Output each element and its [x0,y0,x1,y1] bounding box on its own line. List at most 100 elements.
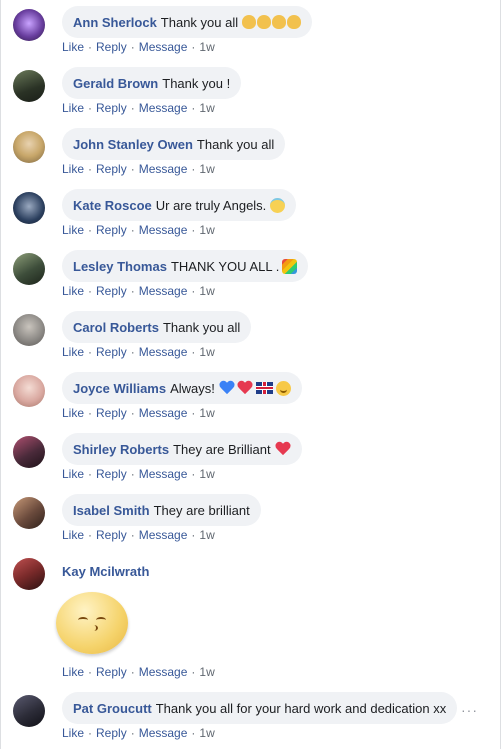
separator: · [130,726,135,740]
message-link[interactable]: Message [139,467,188,481]
comment-actions: Like · Reply · Message · 1w [62,101,215,115]
reply-link[interactable]: Reply [96,726,127,740]
avatar[interactable] [13,558,45,590]
like-link[interactable]: Like [62,406,84,420]
avatar[interactable] [13,192,45,224]
timestamp[interactable]: 1w [199,162,214,176]
commenter-name[interactable]: Kate Roscoe [73,198,152,213]
separator: · [130,284,135,298]
separator: · [88,284,93,298]
comment-text: Thank you ! [162,75,231,91]
commenter-name[interactable]: John Stanley Owen [73,137,193,152]
comment-bubble: Joyce Williams Always! [62,372,302,404]
separator: · [130,40,135,54]
like-link[interactable]: Like [62,223,84,237]
avatar[interactable] [13,436,45,468]
like-link[interactable]: Like [62,467,84,481]
commenter-name[interactable]: Isabel Smith [73,503,150,518]
red-heart-icon [237,381,253,395]
like-link[interactable]: Like [62,40,84,54]
comment-actions: Like · Reply · Message · 1w [62,345,215,359]
commenter-name[interactable]: Ann Sherlock [73,15,157,30]
reply-link[interactable]: Reply [96,223,127,237]
comment-bubble: Lesley Thomas THANK YOU ALL . [62,250,309,282]
message-link[interactable]: Message [139,284,188,298]
comment-lesley-thomas: Lesley Thomas THANK YOU ALL . Like · Reply… [13,250,500,308]
message-link[interactable]: Message [139,101,188,115]
like-link[interactable]: Like [62,528,84,542]
separator: · [88,528,93,542]
reply-link[interactable]: Reply [96,345,127,359]
avatar[interactable] [13,131,45,163]
comment-actions: Like · Reply · Message · 1w [62,467,215,481]
more-options-icon[interactable]: ··· [461,702,478,718]
comment-text: Thank you all [196,136,275,152]
commenter-name[interactable]: Pat Groucutt [73,701,152,716]
message-link[interactable]: Message [139,665,188,679]
reply-link[interactable]: Reply [96,528,127,542]
message-link[interactable]: Message [139,223,188,237]
message-link[interactable]: Message [139,406,188,420]
clapping-hands-icon [272,15,287,29]
comment-text: They are brilliant [153,502,250,518]
reply-link[interactable]: Reply [96,101,127,115]
message-link[interactable]: Message [139,162,188,176]
reply-link[interactable]: Reply [96,467,127,481]
sticker-eye [96,617,106,623]
message-link[interactable]: Message [139,528,188,542]
avatar[interactable] [13,695,45,727]
timestamp[interactable]: 1w [199,40,214,54]
commenter-name[interactable]: Lesley Thomas [73,259,167,274]
separator: · [88,665,93,679]
timestamp[interactable]: 1w [199,223,214,237]
like-link[interactable]: Like [62,101,84,115]
like-link[interactable]: Like [62,345,84,359]
comment-bubble: Ann Sherlock Thank you all [62,6,313,38]
separator: · [191,467,196,481]
comment-carol-roberts: Carol Roberts Thank you all Like · Reply · M… [13,311,500,369]
comment-kate-roscoe: Kate Roscoe Ur are truly Angels. Like · Re… [13,189,500,247]
commenter-name[interactable]: Shirley Roberts [73,442,169,457]
reply-link[interactable]: Reply [96,284,127,298]
avatar[interactable] [13,253,45,285]
avatar[interactable] [13,375,45,407]
comment-text: Thank you all [160,14,239,30]
message-link[interactable]: Message [139,345,188,359]
commenter-name[interactable]: Carol Roberts [73,320,159,335]
separator: · [191,406,196,420]
reply-link[interactable]: Reply [96,162,127,176]
timestamp[interactable]: 1w [199,726,214,740]
reply-link[interactable]: Reply [96,665,127,679]
like-link[interactable]: Like [62,284,84,298]
timestamp[interactable]: 1w [199,101,214,115]
separator: · [88,406,93,420]
message-link[interactable]: Message [139,726,188,740]
reply-link[interactable]: Reply [96,406,127,420]
commenter-name[interactable]: Joyce Williams [73,381,166,396]
timestamp[interactable]: 1w [199,665,214,679]
rainbow-icon [282,258,298,274]
avatar[interactable] [13,497,45,529]
timestamp[interactable]: 1w [199,345,214,359]
smiling-face-sticker[interactable] [56,592,128,654]
like-link[interactable]: Like [62,665,84,679]
message-link[interactable]: Message [139,40,188,54]
comment-bubble: Isabel Smith They are brilliant [62,494,261,526]
timestamp[interactable]: 1w [199,284,214,298]
avatar[interactable] [13,70,45,102]
comment-bubble: Shirley Roberts They are Brilliant [62,433,302,465]
like-link[interactable]: Like [62,162,84,176]
timestamp[interactable]: 1w [199,467,214,481]
commenter-name[interactable]: Gerald Brown [73,76,158,91]
avatar[interactable] [13,314,45,346]
separator: · [88,101,93,115]
timestamp[interactable]: 1w [199,528,214,542]
comment-text: Thank you all [162,319,241,335]
like-link[interactable]: Like [62,726,84,740]
comment-header: Kay Mcilwrath [62,564,153,579]
timestamp[interactable]: 1w [199,406,214,420]
avatar[interactable] [13,9,45,41]
comment-bubble: Kate Roscoe Ur are truly Angels. [62,189,297,221]
reply-link[interactable]: Reply [96,40,127,54]
commenter-name[interactable]: Kay Mcilwrath [62,564,149,579]
